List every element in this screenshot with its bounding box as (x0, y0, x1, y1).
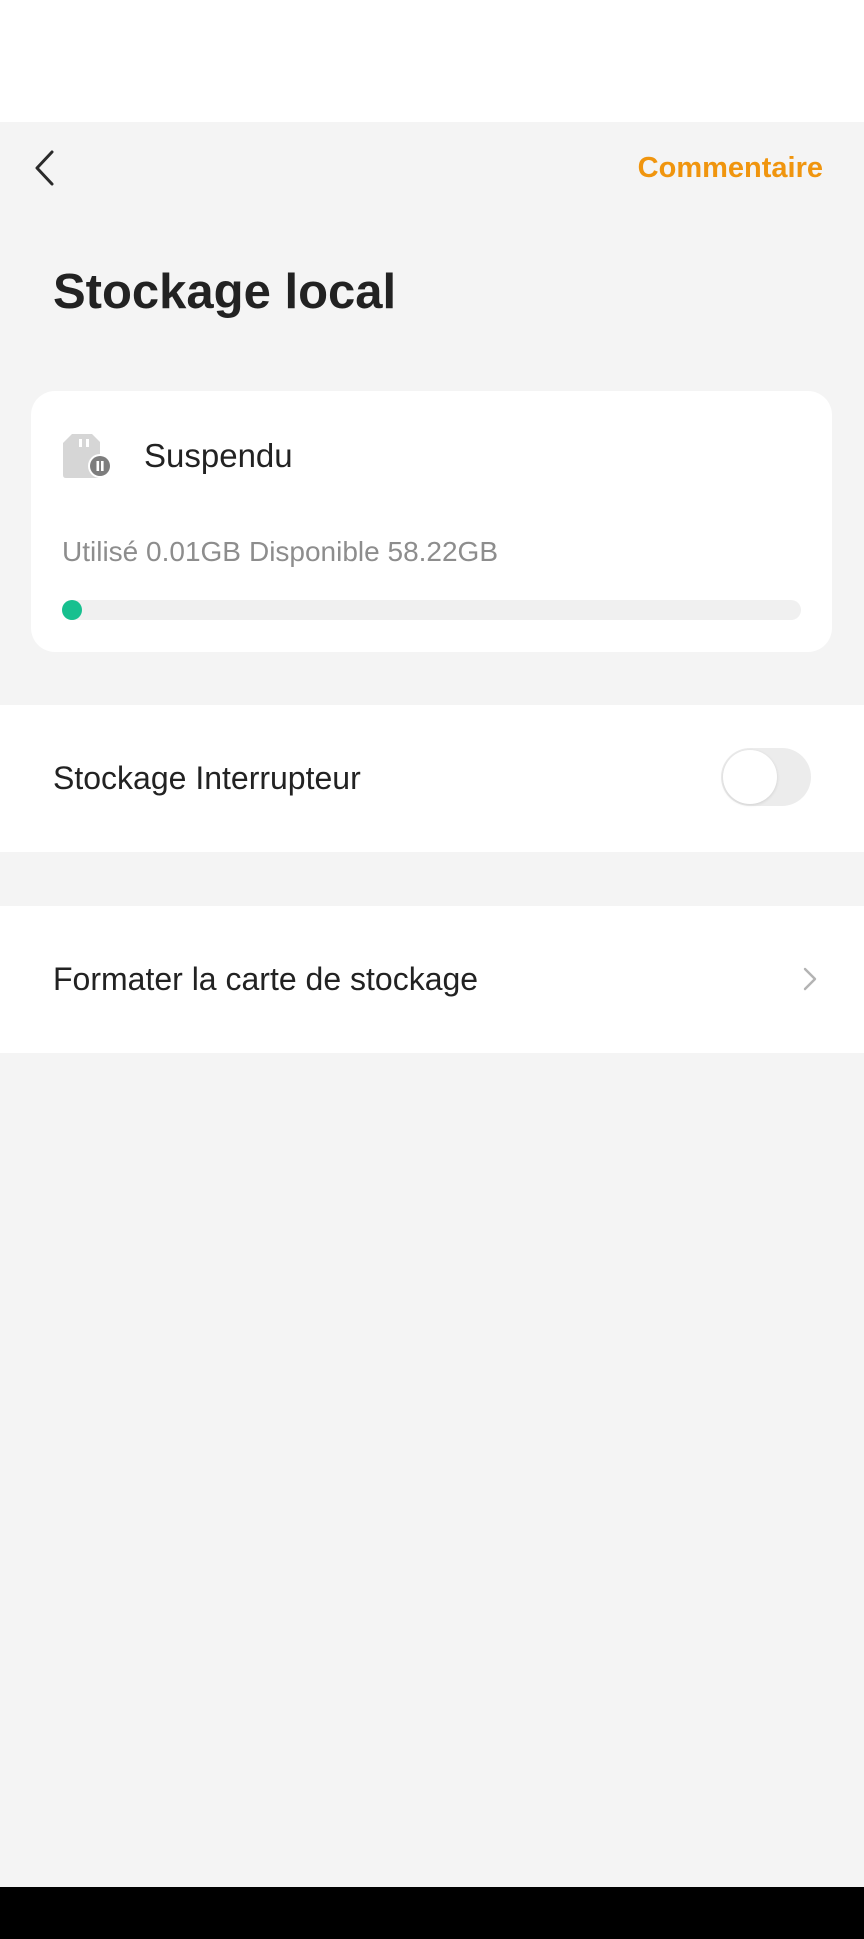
storage-progress-fill (62, 600, 82, 620)
used-storage-text: Utilisé 0.01GB (62, 536, 241, 567)
storage-usage-text: Utilisé 0.01GB Disponible 58.22GB (62, 534, 498, 570)
toggle-knob (723, 750, 777, 804)
storage-switch-toggle[interactable] (721, 748, 811, 806)
storage-status-label: Suspendu (144, 437, 293, 474)
sd-card-paused-icon (63, 434, 112, 478)
storage-status-card: Suspendu Utilisé 0.01GB Disponible 58.22G… (31, 391, 832, 652)
page-title: Stockage local (53, 265, 397, 319)
available-storage-text: Disponible 58.22GB (248, 536, 499, 567)
storage-switch-label: Stockage Interrupteur (53, 760, 361, 796)
chevron-right-icon (803, 967, 817, 991)
storage-switch-row: Stockage Interrupteur (0, 705, 864, 852)
back-button[interactable] (22, 140, 66, 196)
comment-link[interactable]: Commentaire (638, 149, 823, 187)
format-storage-card-row[interactable]: Formater la carte de stockage (0, 906, 864, 1053)
format-storage-card-label: Formater la carte de stockage (53, 961, 479, 997)
storage-progress-bar (62, 600, 801, 620)
status-bar (0, 0, 864, 122)
chevron-left-icon (35, 150, 54, 186)
system-navigation-bar (0, 1887, 864, 1939)
